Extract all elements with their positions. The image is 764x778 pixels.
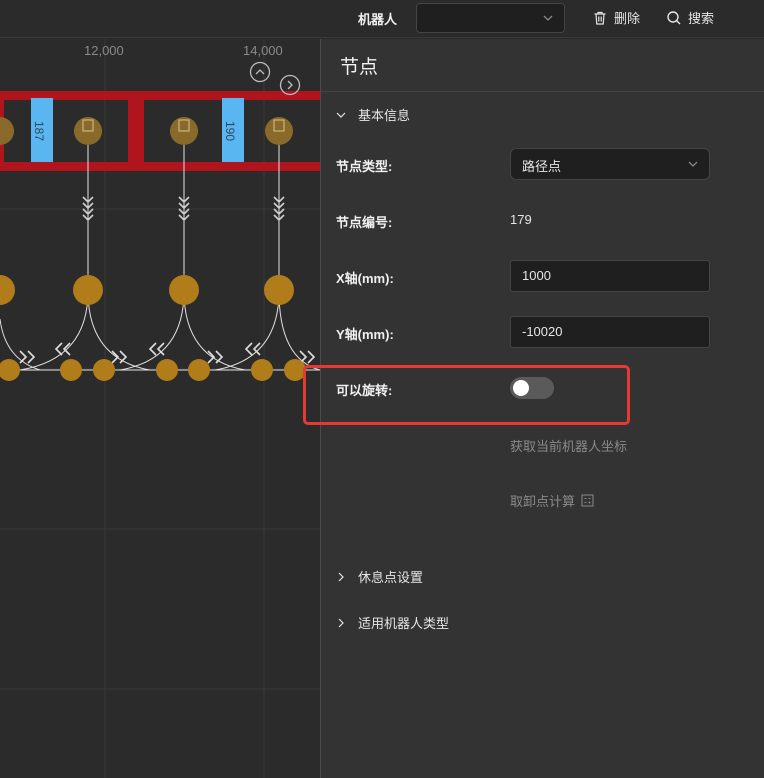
rotatable-label: 可以旋转: — [336, 383, 393, 398]
calculator-icon — [581, 494, 594, 507]
delete-label: 删除 — [614, 11, 641, 26]
chevron-right-icon — [338, 618, 344, 627]
node-id-label: 节点编号: — [336, 215, 393, 230]
robot-type-section-header[interactable]: 适用机器人类型 — [336, 613, 449, 632]
top-toolbar: 机器人 删除 搜索 — [0, 0, 764, 38]
x-axis-label: X轴(mm): — [336, 271, 394, 286]
map-drawing — [0, 39, 320, 778]
chevron-down-icon — [543, 15, 553, 21]
basic-info-section-header[interactable]: 基本信息 — [336, 105, 410, 124]
node-type-value: 路径点 — [522, 159, 562, 174]
map-canvas[interactable]: 12,000 14,000 187 190 — [0, 39, 320, 778]
panel-title: 节点 — [340, 57, 379, 78]
get-robot-coords-link[interactable]: 获取当前机器人坐标 — [510, 436, 627, 455]
toggle-knob — [513, 380, 529, 396]
basic-info-label: 基本信息 — [358, 108, 411, 123]
station-label-187: 187 — [32, 121, 46, 142]
chevron-down-icon — [688, 161, 698, 167]
delete-button[interactable]: 删除 — [592, 8, 640, 27]
search-icon — [667, 10, 681, 24]
panel-divider — [321, 91, 764, 92]
get-robot-coords-label: 获取当前机器人坐标 — [510, 439, 628, 454]
robot-select[interactable] — [416, 3, 565, 33]
rest-point-label: 休息点设置 — [358, 570, 424, 585]
unload-point-calc-label: 取卸点计算 — [510, 494, 576, 509]
rest-point-section-header[interactable]: 休息点设置 — [336, 567, 423, 586]
trash-icon — [594, 11, 606, 25]
unload-point-calc-link[interactable]: 取卸点计算 — [510, 491, 594, 510]
ruler-label-12000: 12,000 — [84, 43, 124, 58]
rotatable-toggle[interactable] — [510, 377, 554, 399]
node-id-value: 179 — [510, 212, 532, 227]
chevron-right-icon — [338, 572, 344, 581]
y-axis-label: Y轴(mm): — [336, 327, 394, 342]
chevron-down-icon — [336, 112, 346, 118]
x-axis-input[interactable]: 1000 — [510, 260, 710, 292]
node-type-label: 节点类型: — [336, 159, 393, 174]
search-button[interactable]: 搜索 — [666, 8, 714, 27]
robot-type-label: 适用机器人类型 — [358, 616, 450, 631]
station-label-190: 190 — [223, 121, 237, 142]
ruler-label-14000: 14,000 — [243, 43, 283, 58]
node-properties-panel: 节点 基本信息 节点类型: 路径点 节点编号: 179 X轴(mm): 1000… — [303, 39, 764, 778]
y-axis-input[interactable]: -10020 — [510, 316, 710, 348]
node-type-select[interactable]: 路径点 — [510, 148, 710, 180]
search-label: 搜索 — [688, 11, 715, 26]
robot-label: 机器人 — [358, 12, 398, 27]
zoom-up-icon[interactable] — [249, 61, 271, 83]
